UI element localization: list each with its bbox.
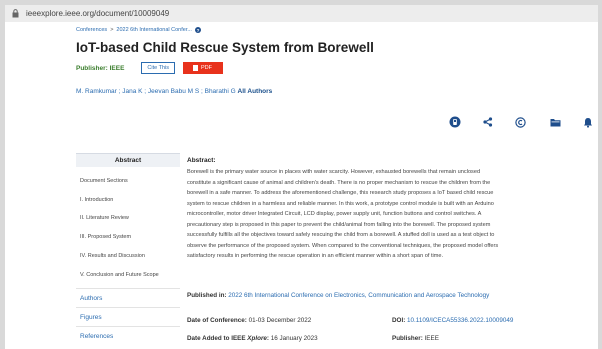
- cite-this-button[interactable]: Cite This: [141, 62, 176, 74]
- pdf-icon: [193, 65, 199, 71]
- authors-line: M. Ramkumar ; Jana K ; Jeevan Babu M S ;…: [76, 88, 272, 95]
- publisher-meta-value: IEEE: [424, 335, 439, 342]
- conference-date-value: 01-03 December 2022: [248, 317, 312, 324]
- published-in-row: Published in: 2022 6th International Con…: [187, 292, 489, 299]
- document-sections-label: Document Sections: [80, 178, 128, 184]
- folder-icon[interactable]: [548, 115, 562, 129]
- sidebar-divider: [76, 326, 180, 327]
- copyright-icon[interactable]: [513, 115, 527, 129]
- abstract-line: successfully fulfills all the objectives…: [187, 232, 495, 238]
- abstract-line: observe the performance of the proposed …: [187, 242, 499, 249]
- address-bar[interactable]: ieeexplore.ieee.org/document/10009049: [5, 5, 598, 22]
- sidebar-section-literature-review[interactable]: II. Literature Review: [80, 215, 129, 221]
- date-added-label: Date Added to IEEE Xplore:: [187, 335, 270, 342]
- bell-icon[interactable]: [581, 115, 595, 129]
- date-added: Date Added to IEEE Xplore: 16 January 20…: [187, 335, 318, 342]
- abstract-line: borewell in a safe manner. To address th…: [187, 190, 494, 196]
- abstract-line: constitute a significant cause of animal…: [187, 179, 491, 186]
- date-added-value: 16 January 2023: [270, 335, 318, 342]
- sidebar-section-conclusion[interactable]: V. Conclusion and Future Scope: [80, 272, 159, 278]
- abstract-line: system to rescue children in a harmless …: [187, 200, 494, 207]
- publisher-meta-label: Publisher:: [392, 335, 423, 342]
- page-title: IoT-based Child Rescue System from Borew…: [76, 40, 374, 55]
- sidebar-divider: [76, 288, 180, 289]
- sidebar-abstract-tab[interactable]: Abstract: [76, 153, 180, 167]
- author-list[interactable]: M. Ramkumar ; Jana K ; Jeevan Babu M S ;…: [76, 88, 236, 95]
- alert-icon[interactable]: [448, 115, 462, 129]
- breadcrumb-conferences[interactable]: Conferences: [76, 27, 107, 33]
- sidebar-section-proposed-system[interactable]: III. Proposed System: [80, 234, 131, 240]
- sidebar-link-figures[interactable]: Figures: [80, 314, 102, 321]
- lock-icon: [11, 9, 20, 19]
- breadcrumb-conference[interactable]: 2022 6th International Confer...: [116, 27, 192, 33]
- abstract-heading: Abstract:: [187, 157, 216, 164]
- conference-date-label: Date of Conference:: [187, 317, 247, 324]
- sidebar-link-references[interactable]: References: [80, 333, 113, 340]
- url-text: ieeexplore.ieee.org/document/10009049: [26, 9, 170, 18]
- sidebar-section-introduction[interactable]: I. Introduction: [80, 197, 113, 203]
- sidebar-link-authors[interactable]: Authors: [80, 295, 102, 302]
- published-in-link[interactable]: 2022 6th International Conference on Ele…: [228, 292, 489, 299]
- pdf-button-label: PDF: [201, 65, 213, 71]
- abstract-line: microcontroller, motor driver Integrated…: [187, 211, 482, 217]
- document-sidebar: Abstract Document Sections I. Introducti…: [76, 153, 180, 340]
- doi-label: DOI:: [392, 317, 406, 324]
- abstract-text: Borewell is the primary water source in …: [187, 167, 591, 262]
- publisher-label: Publisher: IEEE: [76, 64, 125, 72]
- breadcrumb: Conferences > 2022 6th International Con…: [76, 27, 201, 33]
- published-in-label: Published in:: [187, 292, 227, 299]
- publisher-meta: Publisher: IEEE: [392, 335, 439, 342]
- help-icon[interactable]: ?: [194, 27, 201, 33]
- breadcrumb-separator: >: [110, 27, 114, 33]
- action-toolbar: [5, 115, 598, 129]
- article-page: Conferences > 2022 6th International Con…: [5, 22, 598, 349]
- abstract-line: precautionary step is proposed in this p…: [187, 221, 491, 228]
- doi-row: DOI: 10.1109/ICECA55336.2022.10009049: [392, 317, 513, 324]
- sidebar-section-results[interactable]: IV. Results and Discussion: [80, 253, 145, 259]
- pdf-button[interactable]: PDF: [183, 62, 224, 74]
- share-icon[interactable]: [481, 115, 495, 129]
- doi-link[interactable]: 10.1109/ICECA55336.2022.10009049: [407, 317, 513, 324]
- conference-date: Date of Conference: 01-03 December 2022: [187, 317, 311, 324]
- abstract-line: satisfactory results in performing the r…: [187, 253, 444, 259]
- publisher-row: Publisher: IEEE Cite This PDF: [76, 62, 224, 74]
- abstract-line: Borewell is the primary water source in …: [187, 169, 481, 175]
- all-authors-link[interactable]: All Authors: [238, 88, 273, 95]
- sidebar-divider: [76, 307, 180, 308]
